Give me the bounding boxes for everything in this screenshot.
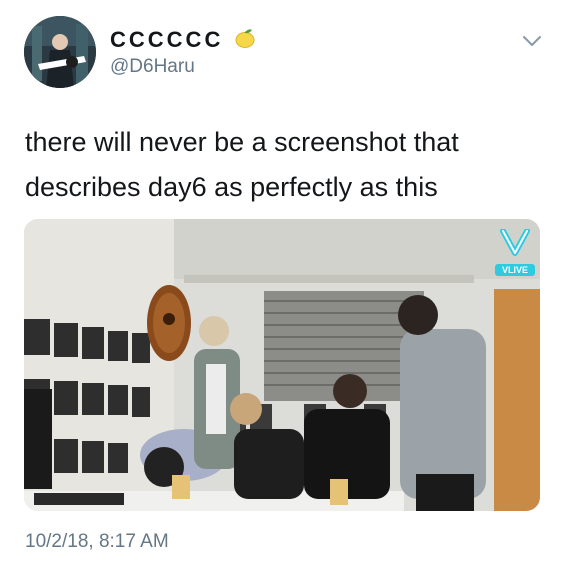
tweet-text-line-1: there will never be a screenshot that <box>25 127 459 157</box>
vlive-watermark: VLIVE <box>495 228 535 276</box>
vlive-logo-icon <box>500 228 530 256</box>
tweet-timestamp[interactable]: 10/2/18, 8:17 AM <box>25 531 169 553</box>
lemon-icon <box>235 29 255 48</box>
tweet-text-line-2: describes day6 as perfectly as this <box>25 172 438 202</box>
tweet-text: there will never be a screenshot that de… <box>25 120 545 210</box>
avatar-image <box>24 16 96 88</box>
tweet-media[interactable]: VLIVE <box>24 219 540 511</box>
user-handle[interactable]: @D6Haru <box>110 56 195 78</box>
avatar[interactable] <box>24 16 96 88</box>
chevron-down-icon[interactable] <box>521 30 543 52</box>
vlive-label: VLIVE <box>495 264 535 276</box>
display-name-text: CCCCCC <box>110 27 224 52</box>
display-name[interactable]: CCCCCC <box>110 27 256 52</box>
media-photo <box>24 219 540 511</box>
